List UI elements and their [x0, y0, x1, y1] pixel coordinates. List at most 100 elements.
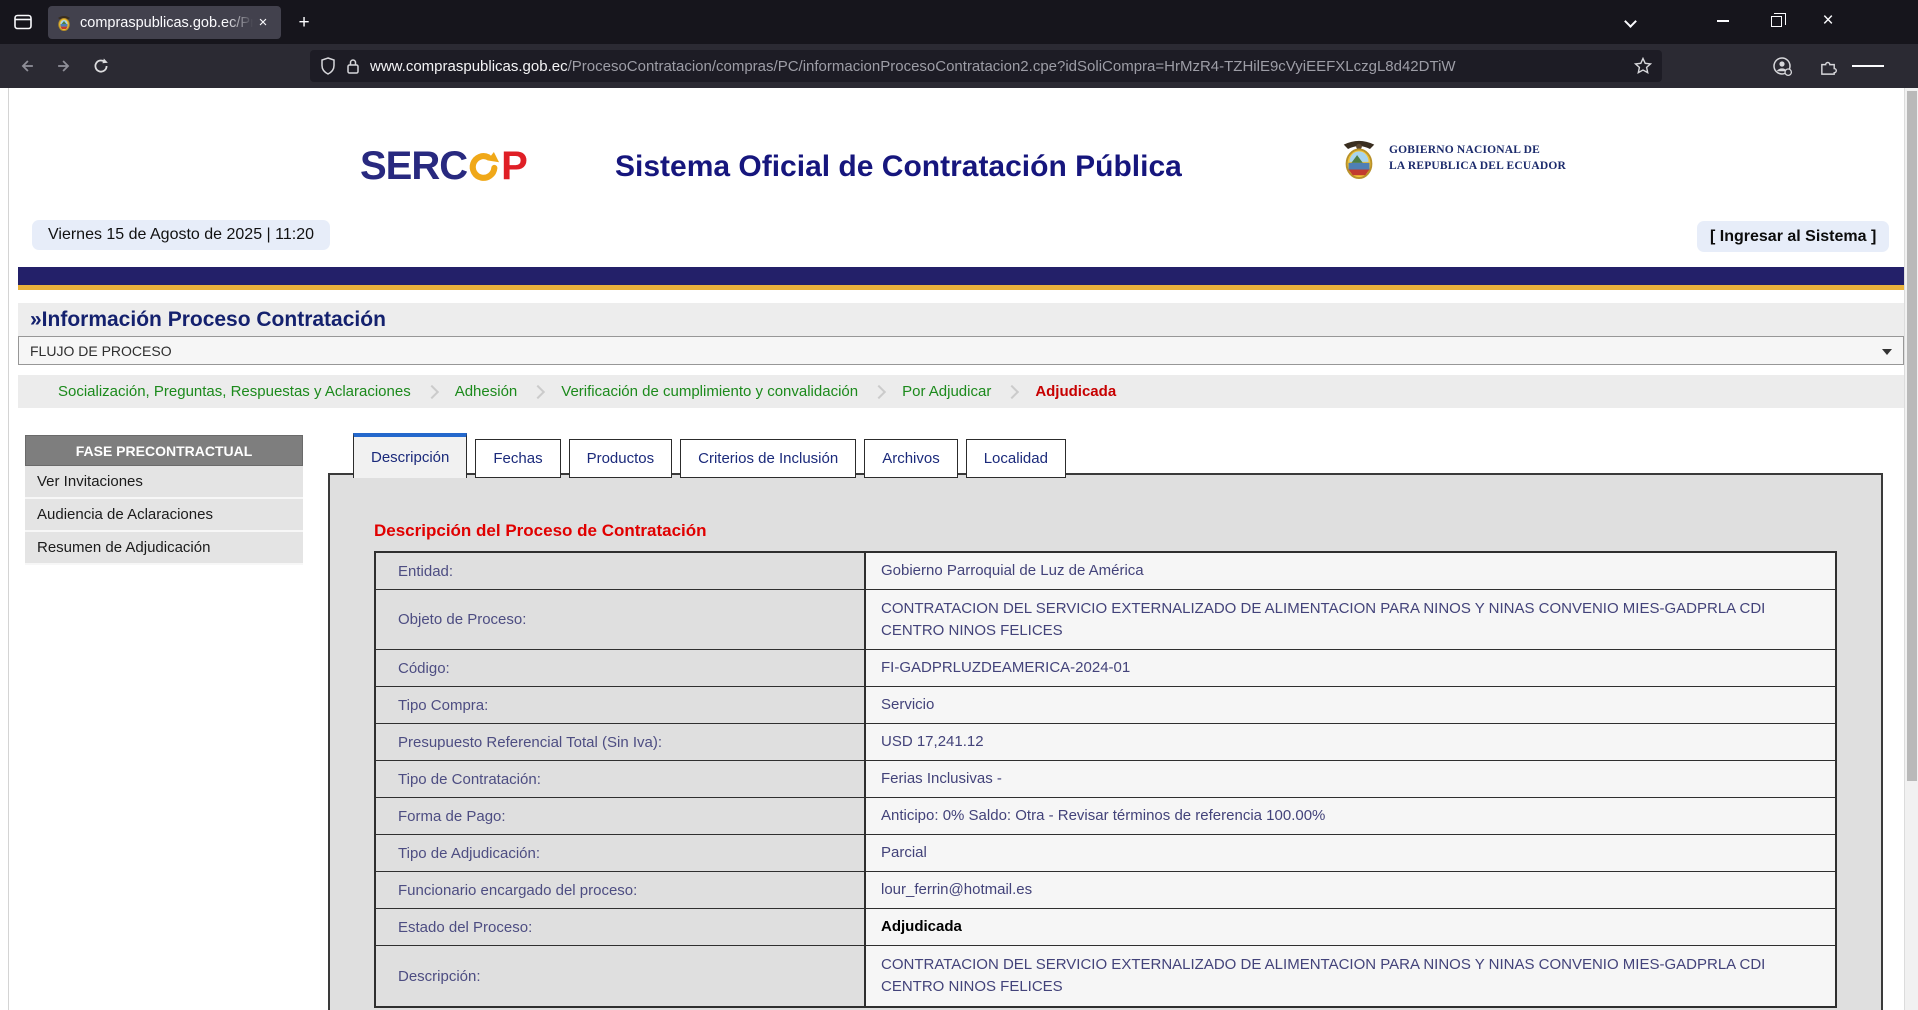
row-value: Anticipo: 0% Saldo: Otra - Revisar térmi…	[864, 798, 1835, 834]
tracking-shield-icon[interactable]	[320, 57, 336, 75]
tab-localidad[interactable]: Localidad	[966, 439, 1066, 478]
main-content: Descripción Fechas Productos Criterios d…	[328, 433, 1883, 1010]
site-favicon-icon	[56, 15, 72, 31]
tab-list-chevron-icon[interactable]	[1608, 10, 1652, 36]
row-label: Estado del Proceso:	[376, 909, 864, 945]
chevron-right-icon	[1005, 384, 1019, 398]
sidebar-item-resumen[interactable]: Resumen de Adjudicación	[25, 532, 303, 565]
login-button[interactable]: [ Ingresar al Sistema ]	[1697, 221, 1889, 252]
sercop-logo-text-navy: SERC	[360, 144, 467, 189]
url-domain: www.compraspublicas.gob.ec	[370, 58, 568, 75]
navigation-toolbar: www.compraspublicas.gob.ec/ProcesoContra…	[0, 44, 1918, 88]
window-restore-button[interactable]	[1753, 0, 1799, 42]
row-label: Funcionario encargado del proceso:	[376, 872, 864, 908]
scrollbar-thumb[interactable]	[1907, 91, 1917, 781]
sidebar-item-ver-invitaciones[interactable]: Ver Invitaciones	[25, 466, 303, 499]
reload-button[interactable]	[86, 51, 116, 81]
government-logo-text: GOBIERNO NACIONAL DE LA REPUBLICA DEL EC…	[1389, 143, 1566, 174]
back-button[interactable]	[12, 51, 42, 81]
table-row: Objeto de Proceso: CONTRATACION DEL SERV…	[376, 590, 1835, 650]
sercop-logo: SERC P	[360, 144, 527, 189]
bookmark-star-icon[interactable]	[1634, 57, 1652, 75]
row-value: Parcial	[864, 835, 1835, 871]
lock-icon[interactable]	[346, 57, 360, 75]
window-close-button[interactable]: ×	[1805, 0, 1851, 42]
row-label: Código:	[376, 650, 864, 686]
new-tab-button[interactable]: +	[290, 9, 318, 37]
row-label: Descripción:	[376, 946, 864, 1006]
row-label: Tipo de Adjudicación:	[376, 835, 864, 871]
step-verificacion[interactable]: Verificación de cumplimiento y convalida…	[561, 383, 858, 400]
row-value: FI-GADPRLUZDEAMERICA-2024-01	[864, 650, 1835, 686]
table-row-estado: Estado del Proceso: Adjudicada	[376, 909, 1835, 946]
process-steps-breadcrumb: Socialización, Preguntas, Respuestas y A…	[18, 375, 1904, 408]
table-row: Tipo Compra: Servicio	[376, 687, 1835, 724]
url-path: /ProcesoContratacion/compras/PC/informac…	[568, 58, 1456, 75]
gov-line1: GOBIERNO NACIONAL DE	[1389, 143, 1566, 159]
step-adhesion[interactable]: Adhesión	[455, 383, 518, 400]
url-bar[interactable]: www.compraspublicas.gob.ec/ProcesoContra…	[310, 50, 1662, 82]
table-row: Presupuesto Referencial Total (Sin Iva):…	[376, 724, 1835, 761]
row-value: lour_ferrin@hotmail.es	[864, 872, 1835, 908]
row-label: Objeto de Proceso:	[376, 590, 864, 649]
extensions-icon[interactable]	[1812, 51, 1844, 81]
chevron-right-icon	[531, 384, 545, 398]
tab-bar: Descripción Fechas Productos Criterios d…	[353, 433, 1883, 478]
page-title: Sistema Oficial de Contratación Pública	[615, 150, 1182, 184]
row-value: USD 17,241.12	[864, 724, 1835, 760]
tab-criterios[interactable]: Criterios de Inclusión	[680, 439, 856, 478]
tab-productos[interactable]: Productos	[569, 439, 673, 478]
row-label: Entidad:	[376, 553, 864, 589]
table-row: Entidad: Gobierno Parroquial de Luz de A…	[376, 553, 1835, 590]
chevron-right-icon	[425, 384, 439, 398]
window-minimize-button[interactable]	[1700, 0, 1746, 42]
table-row: Tipo de Contratación: Ferias Inclusivas …	[376, 761, 1835, 798]
row-value: Servicio	[864, 687, 1835, 723]
tab-close-icon[interactable]: ×	[253, 13, 273, 33]
tab-title: compraspublicas.gob.ec/Proces	[80, 15, 253, 31]
table-row: Funcionario encargado del proceso: lour_…	[376, 872, 1835, 909]
step-socializacion[interactable]: Socialización, Preguntas, Respuestas y A…	[58, 383, 411, 400]
menu-icon[interactable]	[1852, 51, 1884, 81]
row-label: Presupuesto Referencial Total (Sin Iva):	[376, 724, 864, 760]
navy-banner	[18, 267, 1904, 290]
table-row: Descripción: CONTRATACION DEL SERVICIO E…	[376, 946, 1835, 1006]
ecuador-crest-icon	[1338, 136, 1380, 182]
tab-archivos[interactable]: Archivos	[864, 439, 958, 478]
account-icon[interactable]	[1766, 51, 1798, 81]
process-heading-bar: »Información Proceso Contratación	[18, 303, 1904, 336]
page-left-border	[8, 88, 9, 1010]
sidebar-title: FASE PRECONTRACTUAL	[25, 435, 303, 466]
table-row: Forma de Pago: Anticipo: 0% Saldo: Otra …	[376, 798, 1835, 835]
process-heading: »Información Proceso Contratación	[30, 308, 386, 332]
table-row: Código: FI-GADPRLUZDEAMERICA-2024-01	[376, 650, 1835, 687]
sidebar: FASE PRECONTRACTUAL Ver Invitaciones Aud…	[25, 435, 303, 565]
flow-select[interactable]: FLUJO DE PROCESO	[18, 336, 1904, 365]
chevron-right-icon	[872, 384, 886, 398]
tab-descripcion[interactable]: Descripción	[353, 433, 467, 478]
row-label: Tipo de Contratación:	[376, 761, 864, 797]
government-logo: GOBIERNO NACIONAL DE LA REPUBLICA DEL EC…	[1338, 136, 1566, 182]
sercop-swirl-icon	[468, 149, 500, 185]
gov-line2: LA REPUBLICA DEL ECUADOR	[1389, 159, 1566, 175]
row-value: CONTRATACION DEL SERVICIO EXTERNALIZADO …	[864, 590, 1835, 649]
row-label: Forma de Pago:	[376, 798, 864, 834]
step-por-adjudicar[interactable]: Por Adjudicar	[902, 383, 991, 400]
tab-strip: compraspublicas.gob.ec/Proces × + ×	[0, 0, 1918, 44]
tab-fechas[interactable]: Fechas	[475, 439, 560, 478]
page-content: SERC P Sistema Oficial de Contratación P…	[0, 88, 1918, 1010]
browser-tab[interactable]: compraspublicas.gob.ec/Proces ×	[48, 6, 281, 39]
forward-button[interactable]	[49, 51, 79, 81]
process-detail-table: Entidad: Gobierno Parroquial de Luz de A…	[374, 551, 1837, 1008]
section-title: Descripción del Proceso de Contratación	[374, 521, 707, 541]
row-label: Tipo Compra:	[376, 687, 864, 723]
table-row: Tipo de Adjudicación: Parcial	[376, 835, 1835, 872]
page-scrollbar[interactable]	[1904, 88, 1918, 1010]
browser-chrome: compraspublicas.gob.ec/Proces × + × www.…	[0, 0, 1918, 88]
flow-select-label: FLUJO DE PROCESO	[30, 343, 172, 359]
url-text[interactable]: www.compraspublicas.gob.ec/ProcesoContra…	[370, 58, 1628, 75]
sidebar-item-audiencia[interactable]: Audiencia de Aclaraciones	[25, 499, 303, 532]
chevron-down-icon	[1882, 349, 1892, 355]
tab-panel: Descripción del Proceso de Contratación …	[328, 473, 1883, 1010]
firefox-view-icon[interactable]	[12, 11, 34, 33]
